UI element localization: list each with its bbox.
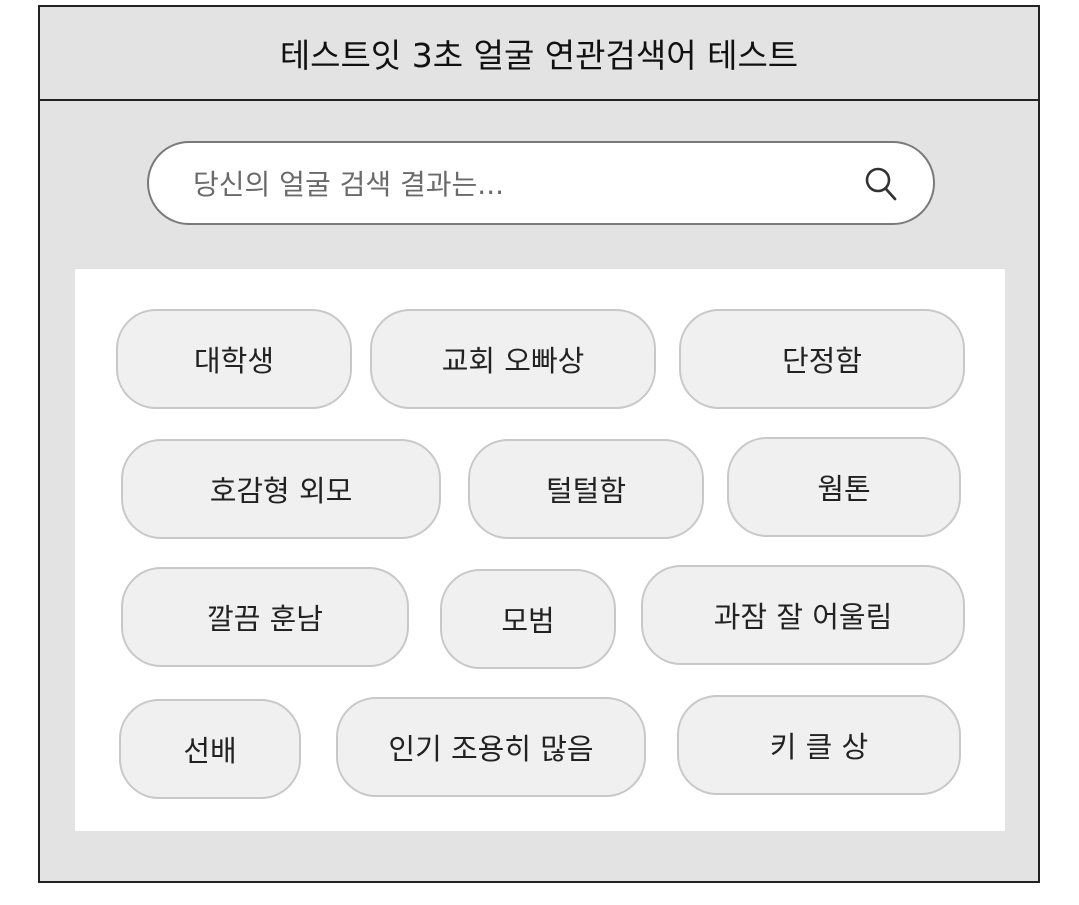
tag-button[interactable]: 호감형 외모 [121, 439, 441, 539]
search-bar[interactable] [147, 141, 935, 225]
search-input[interactable] [191, 159, 795, 209]
tag-button[interactable]: 모범 [440, 569, 616, 669]
tag-button[interactable]: 선배 [119, 699, 301, 799]
tag-button[interactable]: 과잠 잘 어울림 [641, 565, 965, 665]
tag-button[interactable]: 인기 조용히 많음 [336, 697, 646, 797]
tag-button[interactable]: 키 클 상 [677, 695, 961, 795]
tag-button[interactable]: 털털함 [468, 439, 704, 539]
tag-button[interactable]: 단정함 [679, 309, 965, 409]
tag-button[interactable]: 깔끔 훈남 [121, 567, 409, 667]
tag-button[interactable]: 웜톤 [727, 437, 961, 537]
app-frame: 테스트잇 3초 얼굴 연관검색어 테스트 대학생 교회 오빠상 단정함 호감형 … [38, 5, 1040, 883]
tag-button[interactable]: 대학생 [116, 309, 352, 409]
tag-panel: 대학생 교회 오빠상 단정함 호감형 외모 털털함 웜톤 깔끔 훈남 모범 과잠… [75, 269, 1005, 831]
page-title: 테스트잇 3초 얼굴 연관검색어 테스트 [40, 7, 1038, 101]
search-icon[interactable] [857, 159, 907, 209]
tag-button[interactable]: 교회 오빠상 [370, 309, 656, 409]
